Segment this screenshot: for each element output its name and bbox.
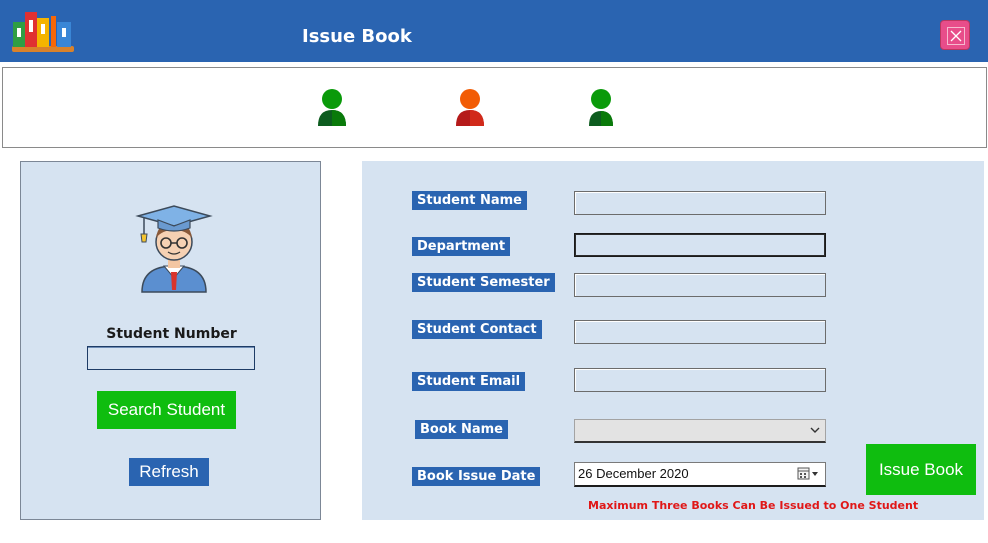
window-title: Issue Book: [302, 26, 412, 47]
student-semester-field[interactable]: [574, 273, 826, 297]
student-email-field[interactable]: [574, 368, 826, 392]
refresh-button[interactable]: Refresh: [129, 458, 209, 486]
student-contact-field[interactable]: [574, 320, 826, 344]
student-number-label: Student Number: [106, 326, 237, 342]
student-semester-label: Student Semester: [412, 273, 555, 292]
book-issue-date-label: Book Issue Date: [412, 467, 541, 486]
book-name-label: Book Name: [415, 420, 508, 439]
calendar-icon[interactable]: [797, 467, 819, 481]
user-green-icon[interactable]: [316, 88, 348, 126]
title-bar: Issue Book: [0, 0, 988, 62]
book-name-dropdown[interactable]: [574, 419, 826, 443]
student-name-field[interactable]: [574, 191, 826, 215]
issue-date-picker[interactable]: 26 December 2020: [574, 462, 826, 487]
issue-book-form: Student Name Department Student Semester…: [362, 161, 984, 520]
graduate-student-icon: [135, 205, 213, 293]
issue-book-button[interactable]: Issue Book: [866, 444, 976, 495]
close-icon: [947, 27, 965, 45]
books-logo-icon: [12, 12, 74, 52]
department-field[interactable]: [574, 233, 826, 257]
student-email-label: Student Email: [412, 372, 526, 391]
chevron-down-icon: [810, 427, 820, 433]
issue-date-value: 26 December 2020: [578, 466, 689, 481]
student-number-input[interactable]: [87, 346, 255, 370]
issue-limit-note: Maximum Three Books Can Be Issued to One…: [588, 499, 919, 512]
student-name-label: Student Name: [412, 191, 527, 210]
user-orange-icon[interactable]: [454, 88, 486, 126]
user-dark-green-icon[interactable]: [585, 88, 617, 126]
navigation-icon-bar: [2, 67, 987, 148]
student-contact-label: Student Contact: [412, 320, 542, 339]
close-button[interactable]: [940, 20, 970, 50]
department-label: Department: [412, 237, 511, 256]
student-search-panel: Student Number Search Student Refresh: [20, 161, 321, 520]
search-student-button[interactable]: Search Student: [97, 391, 236, 429]
